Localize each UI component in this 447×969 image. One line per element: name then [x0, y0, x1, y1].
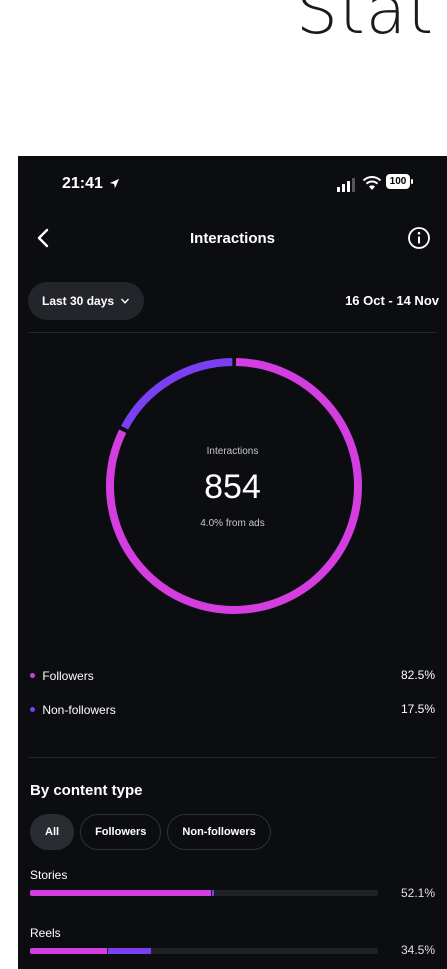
chip-all[interactable]: All	[30, 814, 75, 850]
status-bar: 21:41 100	[18, 156, 447, 208]
legend-row-non-followers: Non-followers 17.5%	[30, 702, 435, 720]
reels-bar-non-followers	[107, 948, 152, 954]
interactions-total: 854	[204, 468, 261, 506]
donut-label: Interactions	[206, 446, 259, 457]
wifi-icon	[362, 176, 382, 190]
page-title: Interactions	[189, 230, 276, 247]
legend-row-followers: Followers 82.5%	[30, 668, 435, 686]
legend-label: Followers	[42, 668, 94, 683]
legend-dot-non-followers	[30, 707, 35, 713]
content-type-label-reels: Reels	[30, 926, 61, 940]
nav-bar: Interactions	[18, 218, 447, 258]
date-range-dropdown-label: Last 30 days	[42, 294, 115, 308]
stories-percent: 52.1%	[400, 886, 435, 900]
legend-value: 82.5%	[400, 668, 435, 682]
stories-bar-followers	[30, 890, 212, 896]
audience-filter-chips: All Followers Non-followers	[30, 814, 271, 852]
page-heading-fragment: Stat	[296, 0, 435, 49]
divider	[28, 757, 437, 758]
date-range-text: 16 Oct - 14 Nov	[345, 293, 439, 308]
signal-icon	[337, 178, 355, 192]
reels-percent: 34.5%	[400, 943, 435, 957]
chevron-down-icon	[121, 298, 130, 304]
battery-cap	[411, 179, 413, 184]
phone-screen: 21:41 100 Interactions Last 30 days 16 O…	[18, 156, 447, 969]
section-title-content-type: By content type	[30, 782, 143, 799]
content-type-label-stories: Stories	[30, 868, 68, 882]
chip-non-followers[interactable]: Non-followers	[167, 814, 271, 850]
info-icon[interactable]	[407, 226, 431, 250]
legend-dot-followers	[30, 673, 35, 679]
stories-bar-non-followers	[212, 890, 214, 896]
reels-bar-followers	[30, 948, 107, 954]
status-time: 21:41	[62, 175, 120, 193]
date-range-dropdown[interactable]: Last 30 days	[28, 282, 145, 320]
legend-label: Non-followers	[42, 702, 116, 717]
ads-share-text: 4.0% from ads	[200, 518, 265, 529]
stories-bar	[30, 890, 378, 896]
filter-row: Last 30 days 16 Oct - 14 Nov	[18, 282, 447, 322]
legend-value: 17.5%	[400, 702, 435, 716]
battery-icon: 100	[386, 174, 410, 189]
reels-bar	[30, 948, 378, 954]
divider	[28, 332, 437, 333]
location-arrow-icon	[110, 178, 120, 189]
chip-followers[interactable]: Followers	[80, 814, 162, 850]
